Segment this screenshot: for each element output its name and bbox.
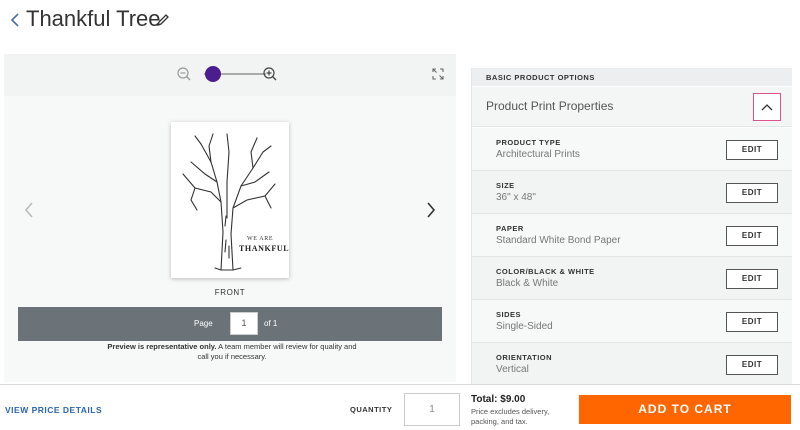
thumbnail-text-thankful: THANKFUL (239, 244, 290, 253)
page-number-input[interactable]: 1 (230, 312, 258, 335)
zoom-out-icon[interactable] (176, 66, 192, 82)
side-label: FRONT (214, 288, 246, 297)
pencil-icon[interactable] (155, 12, 171, 28)
product-thumbnail: WE ARE THANKFUL (171, 122, 289, 278)
chevron-left-icon[interactable] (8, 9, 22, 31)
preview-panel: WE ARE THANKFUL FRONT Page 1 of 1 Previe… (4, 54, 456, 382)
footer-bar: VIEW PRICE DETAILS QUANTITY 1 Total: $9.… (0, 384, 800, 430)
edit-button[interactable]: EDIT (726, 312, 778, 332)
option-row: ORIENTATION Vertical EDIT (472, 343, 792, 386)
option-row: COLOR/BLACK & WHITE Black & White EDIT (472, 257, 792, 300)
zoom-in-icon[interactable] (262, 66, 278, 82)
option-value: Black & White (496, 278, 559, 289)
option-name: ORIENTATION (496, 353, 553, 362)
page-total-label: of 1 (264, 319, 278, 328)
total-price: Total: $9.00 (471, 394, 526, 405)
edit-button[interactable]: EDIT (726, 140, 778, 160)
section-title: BASIC PRODUCT OPTIONS (472, 68, 792, 86)
option-value: 36" x 48" (496, 192, 536, 203)
previous-page-icon[interactable] (22, 200, 36, 220)
option-name: SIDES (496, 310, 522, 319)
group-label: Product Print Properties (486, 99, 614, 113)
option-value: Single-Sided (496, 321, 553, 332)
product-page: Thankful Tree WE ARE THANKFUL FRONT Page… (0, 0, 800, 430)
add-to-cart-button[interactable]: ADD TO CART (579, 395, 791, 424)
option-value: Vertical (496, 364, 529, 375)
disclaimer-bold: Preview is representative only. (107, 342, 217, 351)
preview-toolbar (4, 54, 456, 96)
edit-button[interactable]: EDIT (726, 226, 778, 246)
thumbnail-text-we-are: WE ARE (247, 236, 274, 242)
edit-button[interactable]: EDIT (726, 355, 778, 375)
option-name: SIZE (496, 181, 515, 190)
option-row: SIDES Single-Sided EDIT (472, 300, 792, 343)
page-label: Page (194, 319, 213, 328)
price-note: Price excludes delivery, packing, and ta… (471, 407, 550, 426)
view-price-details-link[interactable]: VIEW PRICE DETAILS (5, 405, 102, 415)
zoom-slider-handle[interactable] (204, 66, 221, 82)
page-title: Thankful Tree (26, 6, 161, 31)
quantity-label: QUANTITY (350, 405, 393, 414)
option-row: PRODUCT TYPE Architectural Prints EDIT (472, 128, 792, 171)
chevron-up-icon (761, 104, 773, 111)
next-page-icon[interactable] (424, 200, 438, 220)
page-header: Thankful Tree (0, 0, 800, 42)
fullscreen-icon[interactable] (432, 68, 444, 80)
collapse-button[interactable] (753, 93, 781, 121)
option-name: PAPER (496, 224, 524, 233)
option-value: Architectural Prints (496, 149, 580, 160)
print-properties-group[interactable]: Product Print Properties (472, 87, 792, 127)
quantity-input[interactable]: 1 (404, 393, 460, 426)
page-navigator: Page 1 of 1 (18, 307, 442, 341)
product-options-panel: BASIC PRODUCT OPTIONS Product Print Prop… (471, 68, 792, 386)
preview-disclaimer: Preview is representative only. A team m… (104, 342, 360, 362)
tree-illustration (182, 133, 276, 271)
option-name: PRODUCT TYPE (496, 138, 561, 147)
disclaimer-text: A team member will review for quality an… (197, 342, 357, 361)
option-row: SIZE 36" x 48" EDIT (472, 171, 792, 214)
edit-button[interactable]: EDIT (726, 183, 778, 203)
option-name: COLOR/BLACK & WHITE (496, 267, 595, 276)
option-row: PAPER Standard White Bond Paper EDIT (472, 214, 792, 257)
edit-button[interactable]: EDIT (726, 269, 778, 289)
option-value: Standard White Bond Paper (496, 235, 621, 246)
